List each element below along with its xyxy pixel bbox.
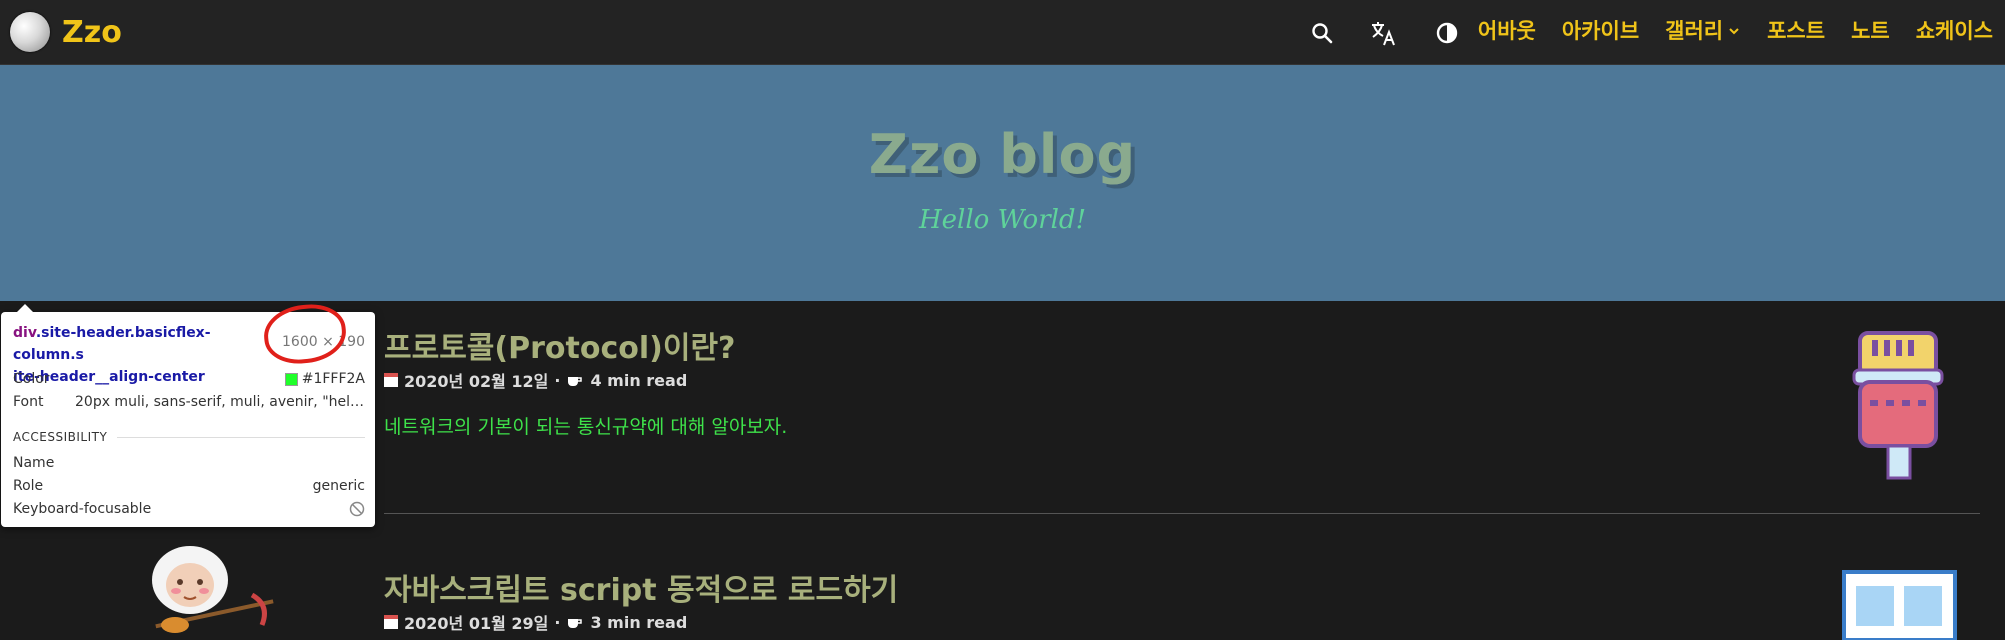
top-navbar: Zzo 어바웃 아카이브 갤러리 포스트 노트 쇼케이스 [0, 0, 2005, 65]
post-meta: 2020년 02월 12일 · 4 min read [384, 368, 687, 392]
read-time: 3 min read [590, 612, 688, 632]
color-value: #1FFF2A [301, 371, 365, 387]
tooltip-name-row: Name [13, 455, 365, 471]
nav-link-notes[interactable]: 노트 [1838, 16, 1903, 46]
focusable-label: Keyboard-focusable [13, 501, 152, 517]
name-label: Name [13, 455, 55, 471]
tooltip-arrow [17, 304, 33, 312]
hero-title: Zzo blog [868, 123, 1137, 186]
nav-link-archive[interactable]: 아카이브 [1549, 16, 1652, 46]
nav-link-about[interactable]: 어바웃 [1465, 16, 1549, 46]
font-label: Font [13, 394, 44, 410]
tooltip-role-row: Role generic [13, 478, 365, 494]
selector-tag: div [13, 325, 36, 341]
tooltip-font-row: Font 20px muli, sans-serif, muli, avenir… [13, 394, 365, 410]
nav-link-posts[interactable]: 포스트 [1754, 16, 1838, 46]
character-illustration [152, 546, 274, 633]
nav-link-gallery[interactable]: 갤러리 [1652, 16, 1754, 46]
window-layout-icon [1842, 570, 1957, 640]
calendar-icon [384, 615, 398, 629]
font-value: 20px muli, sans-serif, muli, avenir, "he… [75, 394, 365, 410]
theme-toggle-icon[interactable] [1432, 18, 1462, 48]
coffee-icon [568, 377, 583, 386]
network-cable-icon [1852, 331, 1944, 480]
color-swatch [284, 372, 298, 386]
nav-links: 어바웃 아카이브 갤러리 포스트 노트 쇼케이스 [1465, 16, 1993, 46]
color-label: Color [13, 371, 50, 387]
nav-link-showcase[interactable]: 쇼케이스 [1903, 16, 1993, 46]
post-divider [384, 513, 1980, 514]
selector-class-line1: .site-header.basicflex-column.s [13, 325, 211, 363]
logo-text: Zzo [62, 14, 122, 50]
read-time: 4 min read [590, 370, 688, 390]
role-label: Role [13, 478, 44, 494]
not-allowed-icon [349, 501, 365, 517]
logo-icon [10, 12, 50, 52]
coffee-icon [568, 619, 583, 628]
tooltip-focusable-row: Keyboard-focusable [13, 501, 365, 517]
meta-separator: · [554, 370, 561, 390]
post-summary: 네트워크의 기본이 되는 통신규약에 대해 알아보자. [384, 416, 788, 438]
post-date: 2020년 02월 12일 [404, 372, 549, 391]
calendar-icon [384, 373, 398, 387]
site-logo[interactable]: Zzo [10, 10, 122, 54]
accessibility-section-title: ACCESSIBILITY [13, 430, 365, 444]
post-meta: 2020년 01월 29일 · 3 min read [384, 610, 687, 634]
site-header: Zzo blog Hello World! [0, 65, 2005, 301]
post-title[interactable]: 자바스크립트 script 동적으로 로드하기 [384, 565, 898, 609]
hero-subtitle: Hello World! [918, 205, 1087, 235]
meta-separator: · [554, 612, 561, 632]
post-title[interactable]: 프로토콜(Protocol)이란? [384, 323, 735, 367]
nav-link-gallery-label: 갤러리 [1665, 19, 1724, 43]
chevron-down-icon [1729, 28, 1739, 35]
post-date: 2020년 01월 29일 [404, 614, 549, 633]
role-value: generic [312, 478, 365, 494]
tooltip-color-row: Color #1FFF2A [13, 371, 365, 387]
translate-icon[interactable] [1369, 18, 1399, 48]
search-icon[interactable] [1307, 18, 1337, 48]
